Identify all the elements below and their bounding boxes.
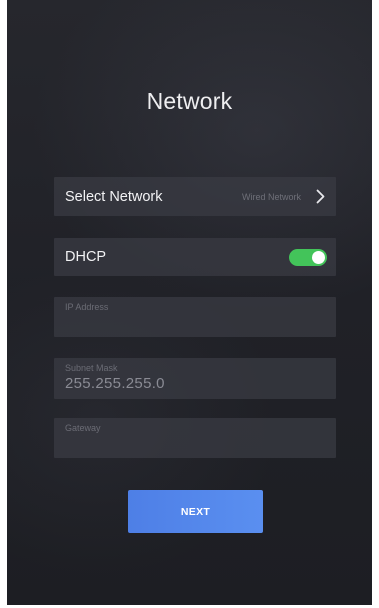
subnet-mask-value: 255.255.255.0 (65, 375, 165, 392)
page-title: Network (146, 88, 233, 114)
subnet-mask-field[interactable]: Subnet Mask 255.255.255.0 (54, 358, 336, 399)
select-network-value: Wired Network (241, 191, 301, 202)
dhcp-toggle-knob (312, 251, 325, 264)
device-screen: Network Select Network Wired Network DHC… (7, 0, 372, 605)
select-network-label: Select Network (65, 188, 163, 205)
gateway-field[interactable]: Gateway (54, 418, 336, 458)
ip-address-label: IP Address (65, 302, 109, 312)
dhcp-row: DHCP (54, 238, 336, 276)
select-network-row[interactable]: Select Network Wired Network (54, 177, 336, 216)
next-button[interactable]: NEXT (128, 490, 263, 533)
dhcp-label: DHCP (65, 249, 107, 265)
chevron-right-icon[interactable] (316, 189, 325, 204)
dhcp-toggle[interactable] (289, 249, 327, 266)
subnet-mask-label: Subnet Mask (65, 363, 118, 373)
gateway-label: Gateway (65, 423, 101, 433)
ip-address-field[interactable]: IP Address (54, 297, 336, 337)
